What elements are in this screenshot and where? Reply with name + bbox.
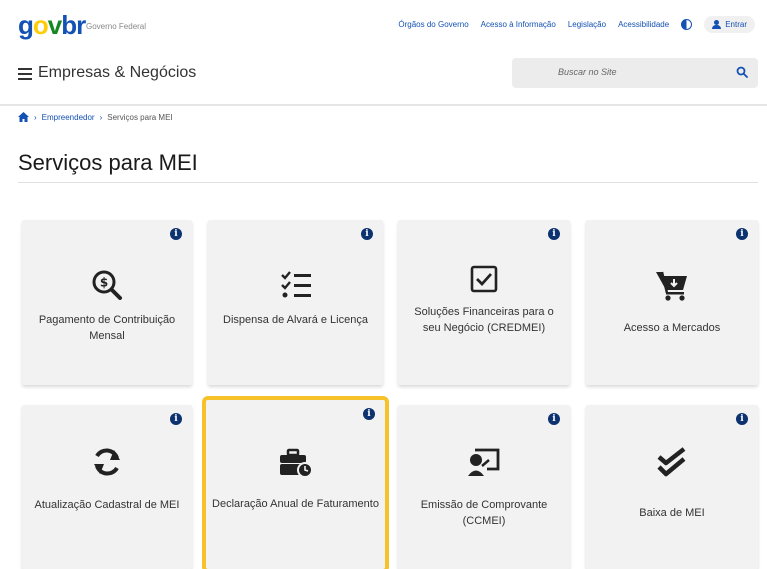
hamburger-menu-icon[interactable] (18, 68, 32, 80)
chevron-right-icon: › (99, 112, 103, 122)
search-dollar-icon: $ (92, 270, 122, 300)
link-acessibilidade[interactable]: Acessibilidade (618, 20, 669, 29)
card-baixa-mei[interactable]: i Baixa de MEI (586, 405, 758, 569)
search-input[interactable]: Buscar no Site (512, 58, 758, 88)
card-solucoes-financeiras[interactable]: i Soluções Financeiras para o seu Negóci… (398, 220, 570, 385)
login-label: Entrar (725, 20, 747, 29)
briefcase-clock-icon (279, 448, 313, 478)
login-button[interactable]: Entrar (704, 16, 755, 33)
info-icon[interactable]: i (548, 413, 560, 425)
title-divider (18, 182, 758, 183)
card-label: Dispensa de Alvará e Licença (223, 314, 368, 326)
link-legislacao[interactable]: Legislação (568, 20, 606, 29)
card-label: Soluções Financeiras para o seu Negócio … (414, 306, 554, 334)
info-icon[interactable]: i (170, 228, 182, 240)
card-emissao-comprovante[interactable]: i Emissão de Comprovante (CCMEI) (398, 405, 570, 569)
cart-icon (656, 271, 687, 301)
certificate-icon (468, 448, 500, 476)
header-divider (0, 104, 767, 106)
link-orgaos[interactable]: Órgãos do Governo (398, 20, 468, 29)
breadcrumb: › Empreendedor › Serviços para MEI (18, 112, 173, 122)
info-icon[interactable]: i (736, 228, 748, 240)
card-declaracao-anual[interactable]: i Declaração Anual de Faturamento (202, 396, 389, 569)
card-label: Declaração Anual de Faturamento (212, 498, 379, 510)
card-label: Atualização Cadastral de MEI (34, 499, 180, 511)
contrast-icon[interactable] (681, 19, 693, 30)
govbr-logo[interactable]: govbr (18, 10, 86, 40)
logo-subtitle: Governo Federal (86, 22, 147, 31)
sync-icon (94, 448, 120, 476)
info-icon[interactable]: i (548, 228, 560, 240)
card-label: Pagamento de Contribuição Mensal (38, 314, 176, 342)
menu-row: Empresas & Negócios Buscar no Site (18, 58, 758, 94)
info-icon[interactable]: i (736, 413, 748, 425)
card-atualizacao-cadastral[interactable]: i Atualização Cadastral de MEI (22, 405, 192, 569)
home-icon[interactable] (18, 112, 29, 122)
card-dispensa-alvara[interactable]: i Dispensa de Alvará e Licença (208, 220, 383, 385)
checklist-icon (280, 271, 311, 298)
breadcrumb-current: Serviços para MEI (107, 112, 173, 122)
user-icon (712, 20, 722, 29)
search-placeholder: Buscar no Site (558, 67, 617, 77)
card-label: Baixa de MEI (639, 507, 705, 519)
card-pagamento-contribuicao[interactable]: i $ Pagamento de Contribuição Mensal (22, 220, 192, 385)
card-label: Emissão de Comprovante (CCMEI) (420, 499, 548, 527)
link-acesso-informacao[interactable]: Acesso à Informação (481, 20, 556, 29)
top-links: Órgãos do Governo Acesso à Informação Le… (398, 16, 755, 33)
checkbox-icon (470, 265, 498, 293)
double-check-icon (657, 447, 686, 477)
info-icon[interactable]: i (363, 408, 375, 420)
info-icon[interactable]: i (170, 413, 182, 425)
chevron-right-icon: › (34, 112, 37, 122)
card-acesso-mercados[interactable]: i Acesso a Mercados (586, 220, 758, 385)
search-icon[interactable] (736, 66, 748, 78)
site-title[interactable]: Empresas & Negócios (38, 64, 196, 82)
info-icon[interactable]: i (361, 228, 373, 240)
svg-text:$: $ (100, 276, 108, 290)
breadcrumb-empreendedor[interactable]: Empreendedor (42, 113, 95, 122)
page-title: Serviços para MEI (18, 150, 198, 175)
top-bar: govbr Governo Federal Órgãos do Governo … (0, 0, 767, 60)
card-label: Acesso a Mercados (623, 322, 721, 334)
